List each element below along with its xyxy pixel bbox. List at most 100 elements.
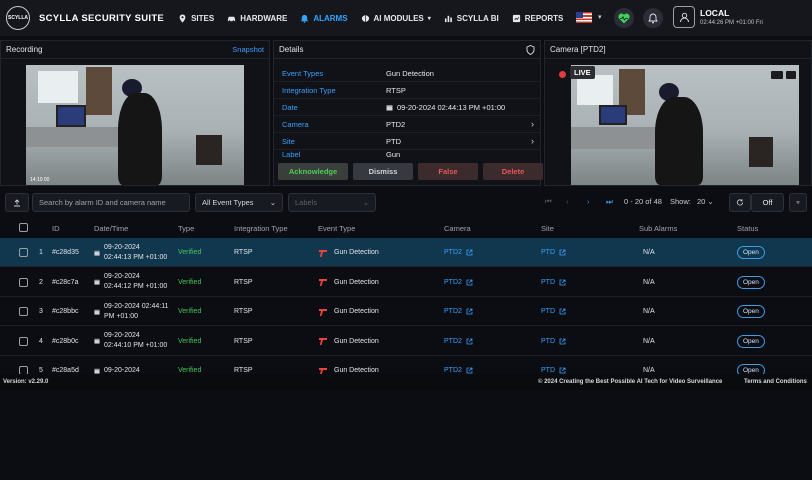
date-line: 09-20-2024 — [104, 366, 140, 374]
event-types-select[interactable]: All Event Types ⌄ — [195, 193, 283, 212]
row-checkbox[interactable] — [19, 248, 28, 257]
col-status[interactable]: Status — [737, 224, 758, 233]
col-camera[interactable]: Camera — [444, 224, 471, 233]
prev-page-icon[interactable]: ‹ — [566, 197, 569, 206]
external-link-icon — [559, 249, 566, 256]
camera-name: PTD2 — [444, 308, 462, 315]
chevron-right-icon[interactable]: › — [531, 119, 534, 129]
recording-video[interactable]: 14:10 00 — [26, 65, 244, 185]
nav-reports[interactable]: REPORTS — [512, 14, 563, 23]
nav-ai-modules[interactable]: AI MODULES ▾ — [361, 14, 431, 23]
status-badge[interactable]: Open — [737, 334, 765, 348]
alarm-id: #c28bbc — [52, 308, 79, 315]
refresh-button[interactable] — [729, 193, 751, 212]
camera-link[interactable]: PTD2 — [444, 268, 473, 297]
table-row[interactable]: 1 #c28d35 09-20-2024 02:44:13 PM +01:00 … — [0, 238, 812, 267]
status-badge[interactable]: Open — [737, 305, 765, 318]
external-link-icon — [559, 279, 566, 285]
terms-link[interactable]: Terms and Conditions — [744, 379, 807, 385]
shield-icon[interactable] — [526, 44, 535, 55]
detail-value: PTD2 — [386, 119, 406, 129]
col-type[interactable]: Type — [178, 224, 194, 233]
filter-button[interactable] — [789, 193, 807, 212]
date-line: 09-20-2024 — [104, 243, 140, 251]
site-link[interactable]: PTD — [541, 297, 566, 326]
false-alarm-button[interactable]: False — [418, 163, 478, 180]
video-camera-icon[interactable] — [771, 71, 783, 79]
camera-link[interactable]: PTD2 — [444, 238, 473, 267]
row-checkbox[interactable] — [19, 277, 28, 287]
table-row[interactable]: 2 #c28c7a 09-20-2024 02:44:12 PM +01:00 … — [0, 268, 812, 297]
row-checkbox[interactable] — [19, 336, 28, 346]
site-link[interactable]: PTD — [541, 356, 566, 374]
event-type: Gun Detection — [334, 249, 379, 256]
upload-button[interactable] — [5, 193, 29, 212]
chevron-down-icon[interactable]: ▾ — [598, 13, 602, 21]
datetime-cell: 09-20-2024 02:44:13 PM +01:00 — [94, 238, 167, 267]
col-id[interactable]: ID — [52, 224, 60, 233]
chevron-right-icon[interactable]: › — [531, 136, 534, 146]
notifications-button[interactable] — [643, 8, 663, 28]
col-sub-alarms[interactable]: Sub Alarms — [639, 224, 677, 233]
type-verified: Verified — [178, 337, 202, 345]
screenshot-icon[interactable] — [786, 71, 796, 79]
us-flag-icon[interactable] — [576, 12, 592, 23]
nav-scylla-bi[interactable]: SCYLLA BI — [444, 14, 499, 23]
alarm-id: #c28b0c — [52, 337, 79, 345]
recording-panel-header: Recording Snapshot — [1, 41, 269, 59]
window-shape — [577, 75, 613, 105]
live-badge: LIVE — [570, 66, 595, 79]
col-integration-type[interactable]: Integration Type — [234, 224, 288, 233]
nav-hardware[interactable]: HARDWARE — [227, 14, 287, 23]
delete-button[interactable]: Delete — [483, 163, 543, 180]
detail-row-camera[interactable]: Camera PTD2 › — [274, 116, 540, 133]
footer: Version: v2.29.0 © 2024 Creating the Bes… — [0, 374, 812, 390]
site-link[interactable]: PTD — [541, 268, 566, 297]
dismiss-button[interactable]: Dismiss — [353, 163, 413, 180]
next-page-icon[interactable]: › — [587, 197, 590, 206]
camera-link[interactable]: PTD2 — [444, 327, 473, 356]
acknowledge-button[interactable]: Acknowledge — [278, 163, 348, 180]
detail-row-event-types: Event Types Gun Detection — [274, 65, 540, 82]
auto-refresh-toggle[interactable]: Off — [751, 193, 784, 212]
health-status-button[interactable] — [614, 8, 634, 28]
scylla-logo[interactable]: SCYLLA — [6, 6, 30, 30]
snapshot-link[interactable]: Snapshot — [232, 45, 264, 54]
detail-label: Date — [282, 102, 298, 112]
status-badge[interactable]: Open — [737, 275, 765, 289]
camera-link[interactable]: PTD2 — [444, 297, 473, 326]
col-datetime[interactable]: Date/Time — [94, 224, 128, 233]
top-nav-bar: SCYLLA SCYLLA SECURITY SUITE SITES HARDW… — [0, 0, 812, 36]
details-list: Event Types Gun Detection Integration Ty… — [274, 59, 540, 158]
status-badge[interactable]: Open — [737, 246, 765, 259]
col-site[interactable]: Site — [541, 224, 554, 233]
select-all-checkbox[interactable] — [19, 223, 28, 232]
video-frame: 14:10 00 — [26, 65, 244, 185]
table-row[interactable]: 4 #c28b0c 09-20-2024 02:44:10 PM +01:00 … — [0, 327, 812, 356]
table-row[interactable]: 3 #c28bbc 09-20-2024 02:44:11 PM +01:00 … — [0, 297, 812, 326]
last-page-icon[interactable]: ⏭ — [606, 197, 613, 207]
status-badge[interactable]: Open — [737, 364, 765, 374]
page-size-select[interactable]: 20 ⌄ — [697, 197, 714, 206]
gun-icon — [319, 308, 327, 316]
labels-select[interactable]: Labels ⌄ — [288, 193, 376, 212]
nav-sites[interactable]: SITES — [178, 14, 214, 23]
camera-link[interactable]: PTD2 — [444, 356, 473, 374]
col-event-type[interactable]: Event Type — [318, 224, 355, 233]
page-range: 0 - 20 of 48 — [624, 197, 662, 206]
live-video[interactable] — [571, 65, 799, 185]
alarms-table-body: 1 #c28d35 09-20-2024 02:44:13 PM +01:00 … — [0, 238, 812, 374]
detail-row-site[interactable]: Site PTD › — [274, 133, 540, 150]
map-pin-icon — [179, 13, 186, 23]
camera-panel-header: Camera [PTD2] — [545, 41, 811, 59]
table-row[interactable]: 5 #c28a5d 09-20-2024 Verified RTSP Gun D… — [0, 356, 812, 374]
user-avatar[interactable] — [673, 6, 695, 28]
nav-alarms[interactable]: ALARMS — [300, 14, 348, 23]
site-link[interactable]: PTD — [541, 238, 566, 267]
search-input[interactable]: Search by alarm ID and camera name — [32, 193, 190, 212]
row-checkbox[interactable] — [19, 366, 28, 374]
row-checkbox[interactable] — [19, 307, 28, 316]
first-page-icon[interactable]: ⏮ — [545, 197, 552, 207]
site-link[interactable]: PTD — [541, 327, 566, 356]
status-cell: Open — [737, 356, 765, 374]
